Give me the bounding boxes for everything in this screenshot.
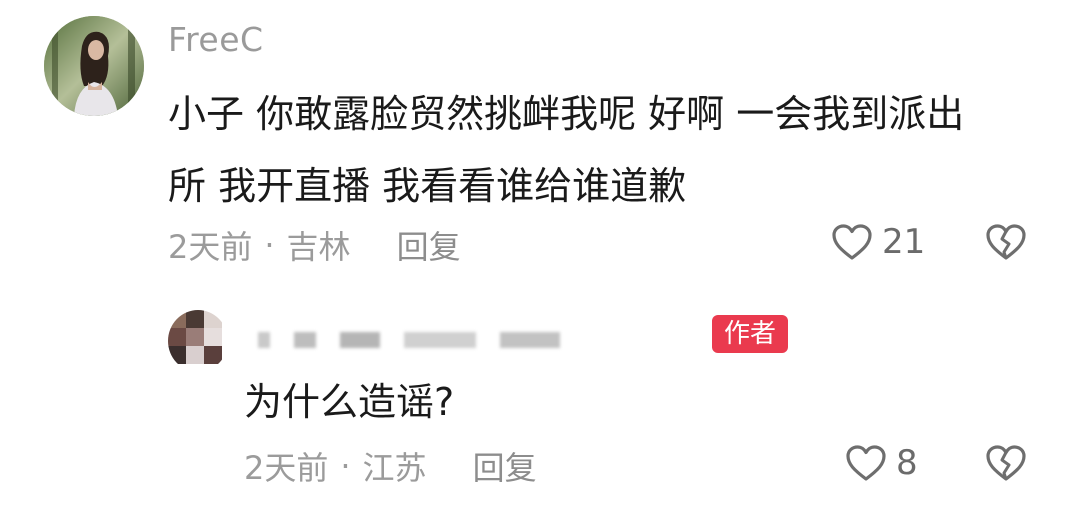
reply-username-redacted[interactable] — [258, 332, 560, 348]
dislike-button[interactable] — [984, 222, 1028, 266]
comment-text: 小子 你敢露脸贸然挑衅我呢 好啊 一会我到派出 所 我开直播 我看看谁给谁道歉 — [168, 78, 1038, 222]
meta-separator: · — [264, 226, 275, 264]
comment-username[interactable]: FreeC — [168, 20, 264, 59]
author-badge: 作者 — [712, 315, 789, 353]
reply-text: 为什么造谣? — [244, 380, 455, 424]
heart-outline-icon — [832, 224, 872, 260]
like-count: 21 — [882, 222, 926, 262]
avatar-photo — [44, 16, 144, 116]
like-button[interactable]: 8 — [844, 443, 918, 483]
comment-time: 2天前 — [168, 228, 253, 266]
comment-meta: 2天前 · 吉林 回复 — [168, 222, 461, 268]
comment-text-line-2: 所 我开直播 我看看谁给谁道歉 — [168, 164, 687, 208]
like-button[interactable]: 21 — [830, 222, 925, 262]
avatar[interactable] — [44, 16, 144, 116]
dislike-button[interactable] — [984, 443, 1028, 487]
reply-avatar[interactable] — [168, 310, 228, 372]
reply-button[interactable]: 回复 — [473, 443, 537, 489]
reply-meta: 2天前 · 江苏 回复 — [244, 443, 537, 489]
reply-location: 江苏 — [362, 449, 427, 487]
meta-separator: · — [340, 447, 351, 485]
comment-location: 吉林 — [286, 228, 351, 266]
comment-item: FreeC 小子 你敢露脸贸然挑衅我呢 好啊 一会我到派出 所 我开直播 我看看… — [0, 0, 1066, 290]
comment-text-line-1: 小子 你敢露脸贸然挑衅我呢 好啊 一会我到派出 — [168, 92, 965, 136]
broken-heart-icon — [986, 224, 1026, 260]
like-count: 8 — [896, 443, 918, 483]
reply-time: 2天前 — [244, 449, 329, 487]
broken-heart-icon — [986, 445, 1026, 481]
heart-outline-icon — [846, 445, 886, 481]
reply-button[interactable]: 回复 — [397, 222, 461, 268]
